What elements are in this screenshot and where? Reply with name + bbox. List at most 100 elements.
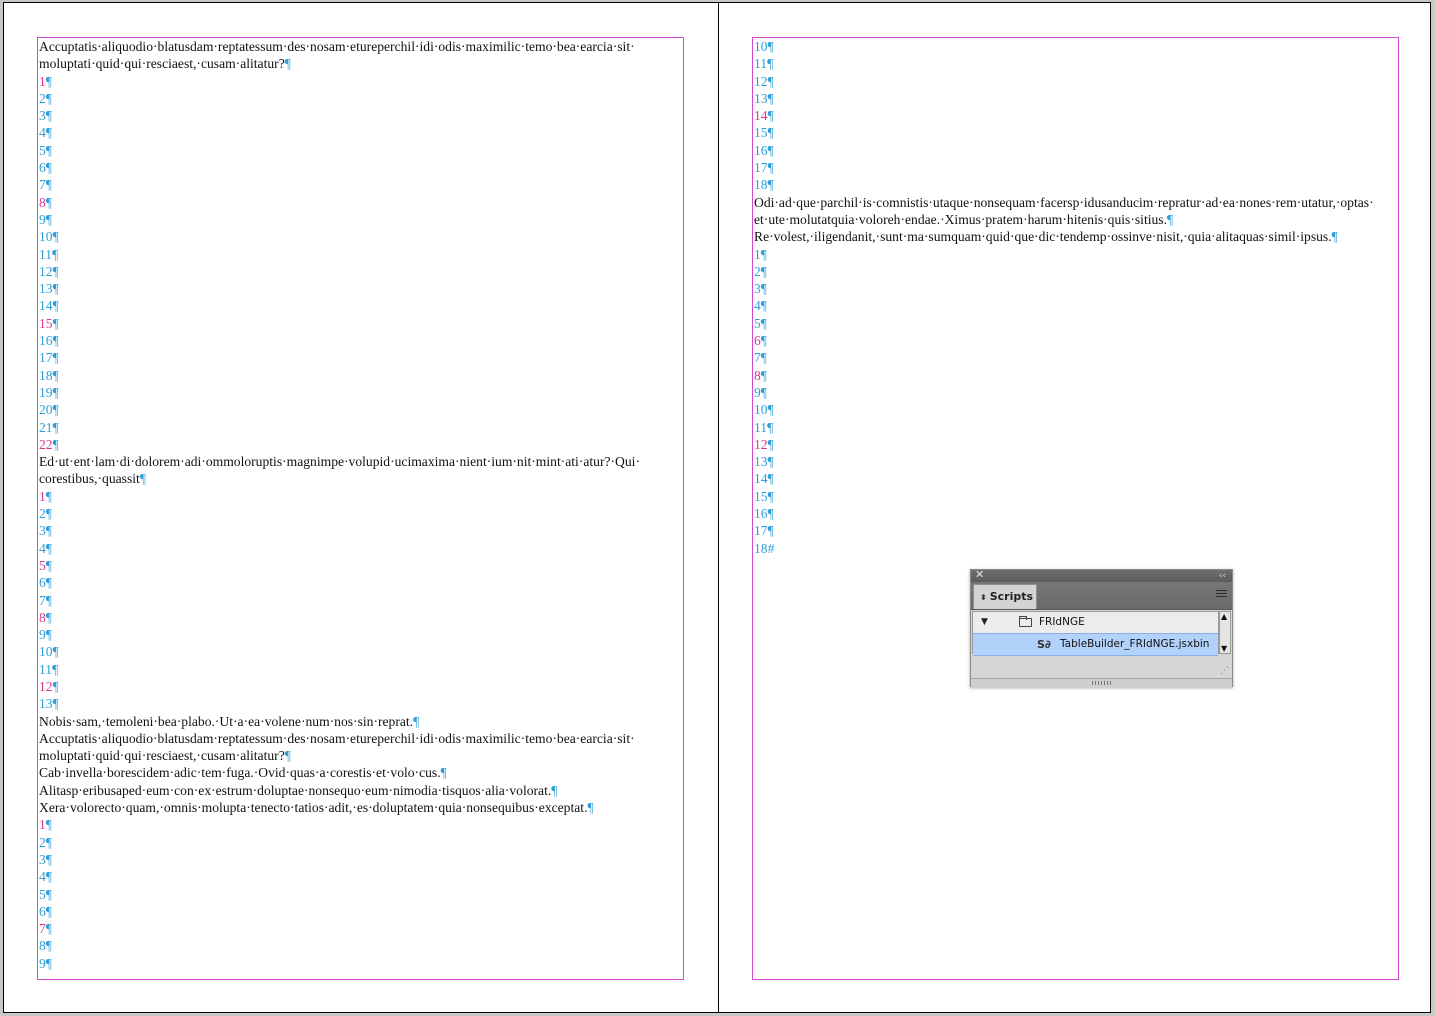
pilcrow-mark: ¶ bbox=[45, 609, 52, 625]
line-number: 10 bbox=[754, 402, 768, 418]
pilcrow-mark: ¶ bbox=[45, 125, 52, 141]
pilcrow-mark: ¶ bbox=[45, 506, 52, 522]
number-line: 11¶ bbox=[39, 661, 683, 678]
number-line: 7¶ bbox=[39, 920, 683, 937]
pilcrow-mark: ¶ bbox=[760, 350, 767, 366]
text-content: Ed·ut·ent·lam·di·dolorem·adi·ommolorupti… bbox=[39, 454, 640, 470]
number-line: 9¶ bbox=[754, 384, 1398, 401]
line-number: 5 bbox=[754, 315, 761, 331]
panel-title-bar[interactable]: ✕ ‹‹ bbox=[971, 568, 1232, 583]
number-line: 6¶ bbox=[754, 332, 1398, 349]
number-line: 4¶ bbox=[39, 868, 683, 885]
number-line: 2¶ bbox=[39, 90, 683, 107]
line-number: 5 bbox=[39, 557, 46, 573]
text-content: Cab·invella·borescidem·adic·tem·fuga.·Ov… bbox=[39, 765, 441, 781]
resize-grip-icon[interactable]: ⋰ bbox=[1220, 666, 1229, 676]
line-number: 22 bbox=[39, 436, 53, 452]
panel-menu-icon[interactable] bbox=[1216, 590, 1227, 599]
text-frame-left[interactable]: Accuptatis·aliquodio·blatusdam·reptatess… bbox=[37, 37, 684, 980]
number-line: 10¶ bbox=[754, 38, 1398, 55]
story-end-mark: # bbox=[767, 540, 775, 556]
number-line: 5¶ bbox=[754, 315, 1398, 332]
pilcrow-mark: ¶ bbox=[52, 281, 59, 297]
folder-label: FRIdNGE bbox=[1039, 616, 1085, 628]
text-line: corestibus,·quassit¶ bbox=[39, 470, 683, 487]
pilcrow-mark: ¶ bbox=[767, 142, 774, 158]
folder-row[interactable]: ▼ FRIdNGE bbox=[973, 612, 1218, 633]
number-line: 10¶ bbox=[39, 643, 683, 660]
number-line: 15¶ bbox=[39, 315, 683, 332]
number-line: 8¶ bbox=[754, 367, 1398, 384]
line-number: 2 bbox=[754, 263, 761, 279]
panel-drag-handle[interactable] bbox=[1092, 681, 1112, 685]
pilcrow-mark: ¶ bbox=[52, 350, 59, 366]
number-line: 7¶ bbox=[39, 592, 683, 609]
pilcrow-mark: ¶ bbox=[767, 419, 774, 435]
line-number: 1 bbox=[754, 246, 761, 262]
pilcrow-mark: ¶ bbox=[52, 246, 59, 262]
list-scrollbar[interactable]: ▲ ▼ bbox=[1219, 611, 1231, 654]
pilcrow-mark: ¶ bbox=[760, 315, 767, 331]
text-line: Ed·ut·ent·lam·di·dolorem·adi·ommolorupti… bbox=[39, 453, 683, 470]
number-line: 18¶ bbox=[754, 176, 1398, 193]
script-row[interactable]: S∂ TableBuilder_FRIdNGE.jsxbin bbox=[973, 633, 1218, 656]
pilcrow-mark: ¶ bbox=[52, 384, 59, 400]
number-line: 21¶ bbox=[39, 419, 683, 436]
number-line: 22¶ bbox=[39, 436, 683, 453]
close-icon[interactable]: ✕ bbox=[975, 568, 984, 582]
pilcrow-mark: ¶ bbox=[767, 488, 774, 504]
number-line: 5¶ bbox=[39, 557, 683, 574]
line-number: 5 bbox=[39, 886, 46, 902]
line-number: 11 bbox=[754, 56, 768, 72]
line-number: 9 bbox=[754, 384, 761, 400]
collapse-icon[interactable]: ‹‹ bbox=[1219, 569, 1226, 583]
line-number: 6 bbox=[39, 575, 46, 591]
line-number: 2 bbox=[39, 90, 46, 106]
number-line: 3¶ bbox=[39, 522, 683, 539]
pilcrow-mark: ¶ bbox=[45, 211, 52, 227]
disclosure-triangle-icon[interactable]: ▼ bbox=[981, 612, 988, 633]
text-frame-right[interactable]: 10¶ 11¶ 12¶ 13¶ 14¶ 15¶ 16¶ 17¶ 18¶ Odi·ad·que·pa… bbox=[752, 37, 1399, 980]
text-content: Re·volest,·iligendanit,·sunt·ma·sumquam·… bbox=[754, 229, 1332, 245]
pilcrow-mark: ¶ bbox=[45, 90, 52, 106]
tab-scripts[interactable]: ⬍ Scripts bbox=[973, 584, 1037, 609]
pilcrow-mark: ¶ bbox=[45, 886, 52, 902]
pilcrow-mark: ¶ bbox=[767, 108, 774, 124]
line-number: 7 bbox=[39, 592, 46, 608]
pilcrow-mark: ¶ bbox=[52, 436, 59, 452]
line-number: 14 bbox=[754, 471, 768, 487]
number-line: 5¶ bbox=[39, 142, 683, 159]
pilcrow-mark: ¶ bbox=[760, 333, 767, 349]
scripts-list: ▼ FRIdNGE S∂ TableBuilder_FRIdNGE.jsxbin bbox=[972, 611, 1219, 656]
pilcrow-mark: ¶ bbox=[139, 471, 146, 487]
number-line: 5¶ bbox=[39, 886, 683, 903]
number-line: 14¶ bbox=[39, 297, 683, 314]
pilcrow-mark: ¶ bbox=[760, 263, 767, 279]
line-number: 14 bbox=[754, 108, 768, 124]
number-line: 15¶ bbox=[754, 124, 1398, 141]
pilcrow-mark: ¶ bbox=[45, 194, 52, 210]
text-line: Odi·ad·que·parchil·is·comnistis·utaque·n… bbox=[754, 194, 1398, 211]
text-line: Re·volest,·iligendanit,·sunt·ma·sumquam·… bbox=[754, 228, 1398, 245]
pilcrow-mark: ¶ bbox=[45, 73, 52, 89]
text-line: Alitasp·eribusaped·eum·con·ex·estrum·dol… bbox=[39, 782, 683, 799]
script-label: TableBuilder_FRIdNGE.jsxbin bbox=[1060, 638, 1210, 650]
text-content: Alitasp·eribusaped·eum·con·ex·estrum·dol… bbox=[39, 782, 552, 798]
pilcrow-mark: ¶ bbox=[767, 436, 774, 452]
line-number: 5 bbox=[39, 142, 46, 158]
pilcrow-mark: ¶ bbox=[45, 834, 52, 850]
pilcrow-mark: ¶ bbox=[52, 263, 59, 279]
number-line: 14¶ bbox=[754, 470, 1398, 487]
scripts-panel: ✕ ‹‹ ⬍ Scripts ▼ FRIdNGE S∂ TableBuilder_… bbox=[970, 568, 1233, 688]
line-number: 15 bbox=[754, 125, 768, 141]
number-line: 7¶ bbox=[39, 176, 683, 193]
scroll-down-icon[interactable]: ▼ bbox=[1221, 644, 1227, 653]
line-number: 14 bbox=[39, 298, 53, 314]
line-number: 4 bbox=[39, 125, 46, 141]
pilcrow-mark: ¶ bbox=[767, 90, 774, 106]
line-number: 16 bbox=[754, 142, 768, 158]
line-number: 18 bbox=[754, 177, 768, 193]
line-number: 4 bbox=[39, 869, 46, 885]
scroll-up-icon[interactable]: ▲ bbox=[1221, 612, 1227, 621]
pilcrow-mark: ¶ bbox=[45, 557, 52, 573]
